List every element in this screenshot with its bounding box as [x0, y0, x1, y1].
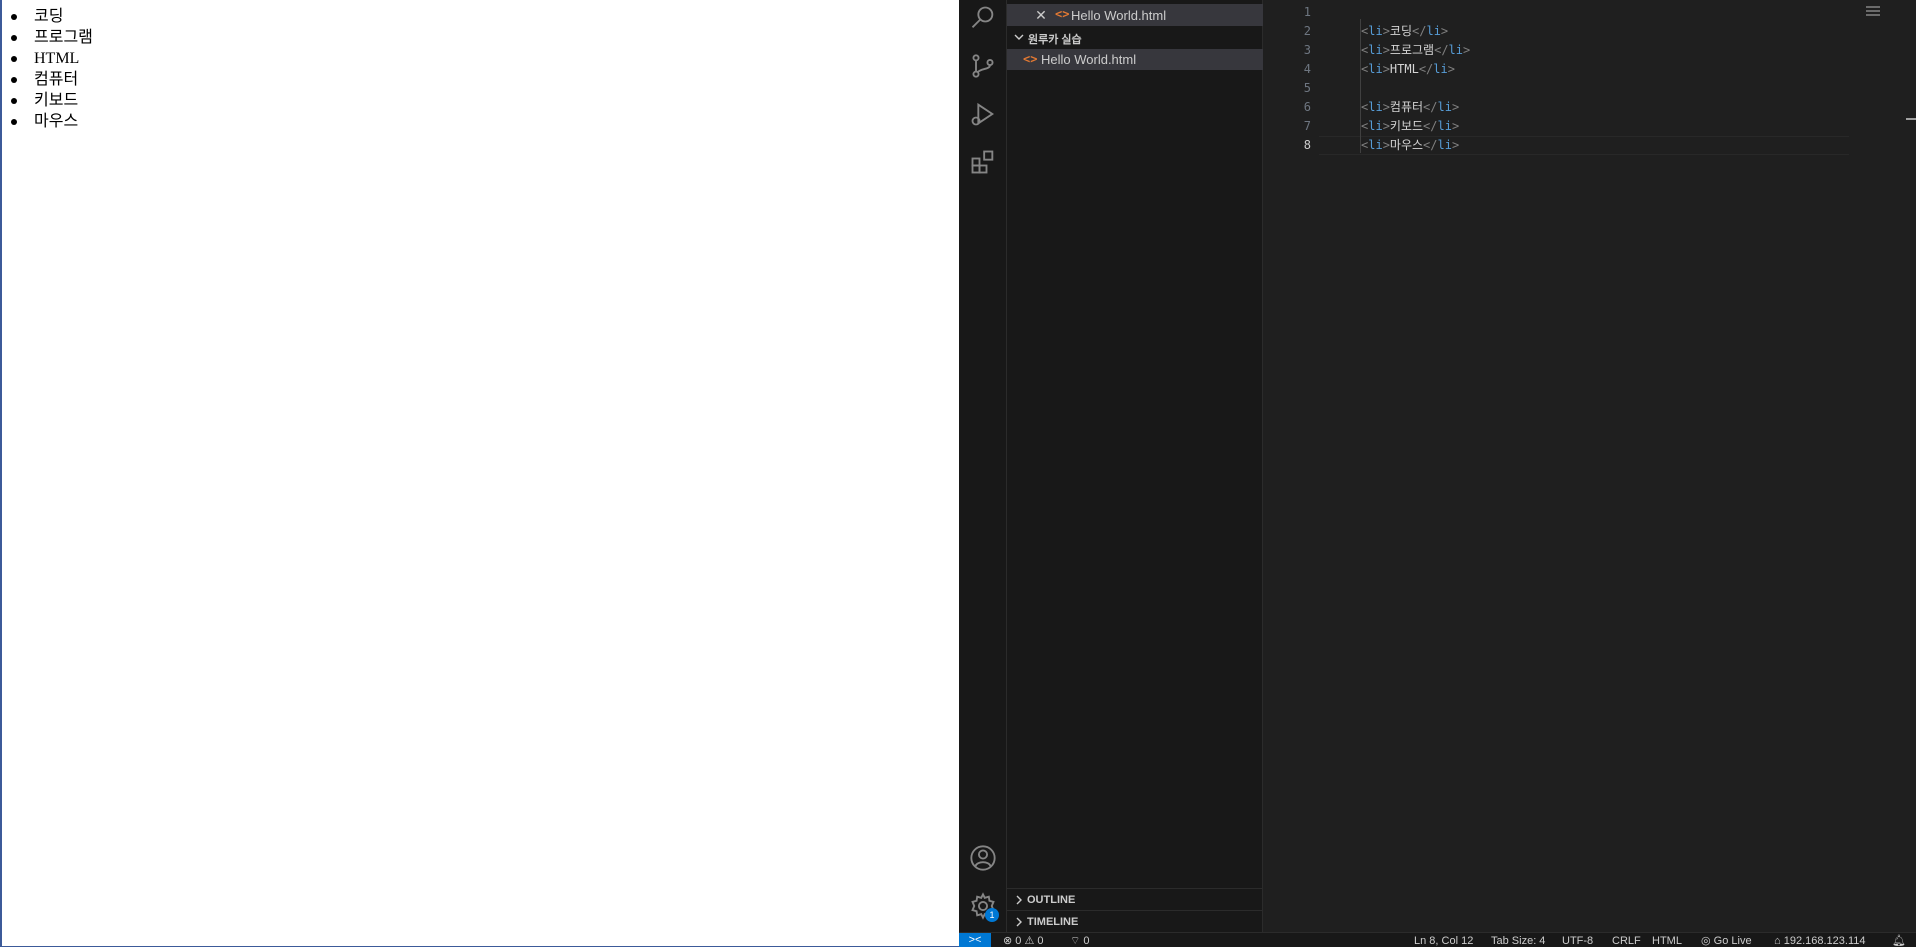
- activity-bar: 1: [959, 0, 1007, 932]
- tab-size[interactable]: Tab Size: 4: [1491, 934, 1545, 947]
- broadcast-icon: ◎: [1701, 935, 1711, 947]
- line-number: 2: [1303, 24, 1311, 38]
- code-text: 키보드: [1389, 119, 1424, 133]
- tag-open: <li>: [1361, 138, 1390, 152]
- folder-header[interactable]: 원루카 실습: [1007, 28, 1263, 48]
- folder-name: 원루카 실습: [1028, 34, 1082, 46]
- server-address-label: 192.168.123.114: [1783, 935, 1866, 947]
- outline-section-header[interactable]: OUTLINE: [1007, 888, 1263, 910]
- run-debug-icon[interactable]: [967, 98, 999, 130]
- code-line-active[interactable]: <li>마우스</li>: [1361, 136, 1459, 155]
- line-number: 1: [1303, 5, 1311, 19]
- tag-close: </li>: [1423, 119, 1460, 133]
- html-file-icon: <>: [1055, 7, 1070, 21]
- file-tree-item[interactable]: <> Hello World.html: [1007, 49, 1263, 70]
- code-editor[interactable]: 1 2 3 4 5 6 7 8 <li>코딩</li> <li>프로그램</li…: [1263, 0, 1916, 932]
- code-line[interactable]: <li>컴퓨터</li>: [1361, 98, 1459, 117]
- ports-indicator[interactable]: ⌔ 0: [1070, 934, 1090, 947]
- line-number: 3: [1303, 43, 1311, 57]
- line-number: 4: [1303, 62, 1311, 76]
- browser-preview: 코딩 프로그램 HTML 컴퓨터 키보드 마우스: [0, 0, 959, 947]
- preview-list-item: 키보드: [10, 90, 93, 111]
- code-line[interactable]: <li>키보드</li>: [1361, 117, 1459, 136]
- timeline-section-header[interactable]: TIMELINE: [1007, 910, 1263, 932]
- end-of-line[interactable]: CRLF: [1612, 934, 1641, 947]
- line-number-active: 8: [1303, 138, 1311, 152]
- line-number: 5: [1303, 81, 1311, 95]
- home-icon: ⌂: [1774, 935, 1781, 947]
- tag-open: <li>: [1361, 43, 1390, 57]
- preview-list-item: 마우스: [10, 111, 93, 132]
- line-number: 7: [1303, 119, 1311, 133]
- broadcast-icon: ⌔: [1070, 935, 1081, 947]
- preview-list: 코딩 프로그램 HTML 컴퓨터 키보드 마우스: [10, 6, 93, 132]
- vscode-window: 1 ✕ <> Hello World.html 원루카 실습 <> Hello …: [959, 0, 1916, 947]
- code-text: 마우스: [1389, 138, 1424, 152]
- preview-list-item: 컴퓨터: [10, 69, 93, 90]
- problems-indicator[interactable]: ⊗ 0 ⚠ 0: [1003, 934, 1044, 947]
- code-text: 코딩: [1389, 24, 1413, 38]
- explorer-sidebar: ✕ <> Hello World.html 원루카 실습 <> Hello Wo…: [1007, 0, 1263, 932]
- encoding[interactable]: UTF-8: [1562, 934, 1593, 947]
- search-icon[interactable]: [967, 2, 999, 34]
- chevron-right-icon: [1016, 895, 1022, 905]
- line-number: 6: [1303, 100, 1311, 114]
- tag-open: <li>: [1361, 100, 1390, 114]
- warning-icon: ⚠: [1024, 935, 1035, 947]
- tag-open: <li>: [1361, 119, 1390, 133]
- server-address[interactable]: ⌂ 192.168.123.114: [1774, 934, 1865, 947]
- outline-label: OUTLINE: [1027, 894, 1076, 906]
- open-editor-filename: Hello World.html: [1071, 8, 1167, 23]
- go-live-label: Go Live: [1713, 935, 1752, 947]
- manage-gear-icon[interactable]: 1: [967, 890, 999, 922]
- minimap[interactable]: [1866, 6, 1880, 18]
- remote-indicator-icon[interactable]: ><: [959, 933, 991, 947]
- warning-count: 0: [1037, 935, 1044, 947]
- chevron-down-icon: [1014, 34, 1024, 40]
- extensions-icon[interactable]: [967, 146, 999, 178]
- code-text: 컴퓨터: [1389, 100, 1424, 114]
- preview-list-item: 코딩: [10, 6, 93, 27]
- code-text: HTML: [1389, 62, 1419, 76]
- error-count: 0: [1015, 935, 1022, 947]
- cursor-position[interactable]: Ln 8, Col 12: [1414, 934, 1473, 947]
- source-control-icon[interactable]: [967, 50, 999, 82]
- language-mode[interactable]: HTML: [1652, 934, 1682, 947]
- tag-open: <li>: [1361, 24, 1390, 38]
- error-icon: ⊗: [1003, 935, 1013, 947]
- tag-close: </li>: [1423, 100, 1460, 114]
- go-live-button[interactable]: ◎ Go Live: [1701, 934, 1752, 947]
- chevron-right-icon: [1016, 917, 1022, 927]
- open-editor-item[interactable]: ✕ <> Hello World.html: [1007, 4, 1263, 26]
- close-icon[interactable]: ✕: [1033, 7, 1049, 23]
- code-line[interactable]: <li>프로그램</li>: [1361, 41, 1470, 60]
- tag-close: </li>: [1418, 62, 1455, 76]
- bell-icon[interactable]: 🔔︎: [1892, 934, 1906, 947]
- tag-close: </li>: [1412, 24, 1449, 38]
- preview-list-item: 프로그램: [10, 27, 93, 48]
- status-bar: >< ⊗ 0 ⚠ 0 ⌔ 0 Ln 8, Col 12 Tab Size: 4 …: [959, 932, 1916, 947]
- html-file-icon: <>: [1023, 52, 1038, 66]
- code-line[interactable]: <li>HTML</li>: [1361, 60, 1455, 79]
- tag-close: </li>: [1434, 43, 1471, 57]
- ports-count: 0: [1083, 935, 1090, 947]
- account-icon[interactable]: [967, 842, 999, 874]
- timeline-label: TIMELINE: [1027, 916, 1079, 928]
- tag-open: <li>: [1361, 62, 1390, 76]
- file-tree-item-label: Hello World.html: [1041, 52, 1137, 67]
- notification-badge: 1: [985, 908, 999, 922]
- preview-list-item: HTML: [10, 48, 93, 69]
- code-line[interactable]: <li>코딩</li>: [1361, 22, 1448, 41]
- scrollbar-marker[interactable]: [1906, 118, 1916, 120]
- code-text: 프로그램: [1389, 43, 1435, 57]
- tag-close: </li>: [1423, 138, 1460, 152]
